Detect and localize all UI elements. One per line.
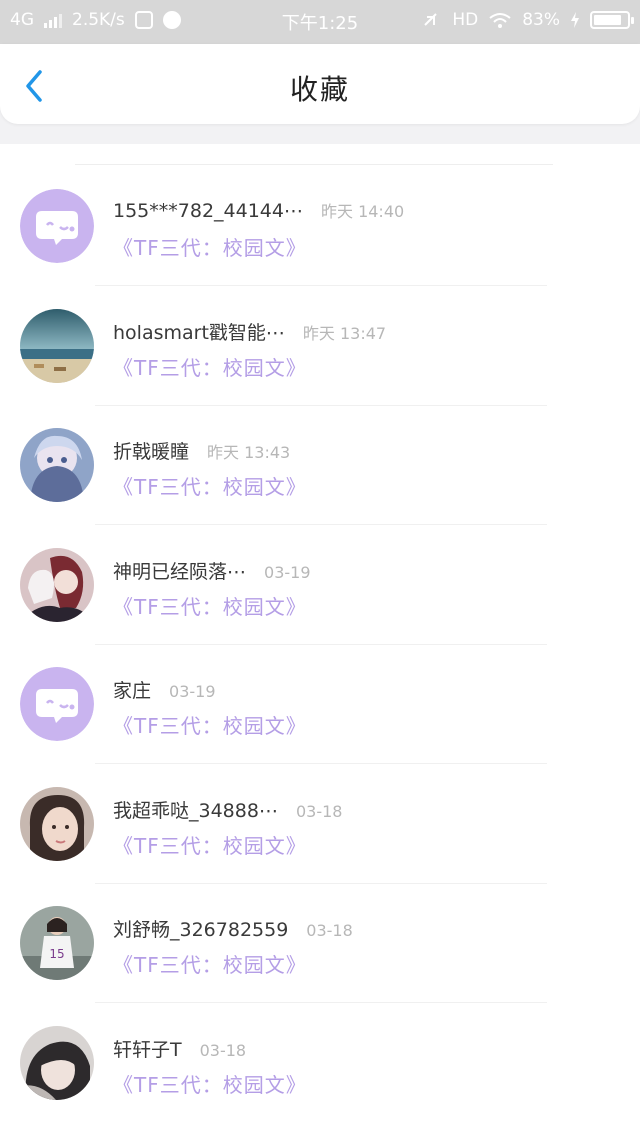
- battery-icon: [590, 11, 634, 29]
- item-name-line: holasmart戳智能⋯ 昨天 13:47: [113, 318, 386, 345]
- list-item[interactable]: holasmart戳智能⋯ 昨天 13:47 《TF三代：校园文》: [0, 286, 640, 406]
- list-item[interactable]: 轩轩子T 03-18 《TF三代：校园文》: [0, 1003, 640, 1123]
- item-name-line: 155***782_44144⋯ 昨天 14:40: [113, 198, 404, 222]
- user-name[interactable]: 折戟暖瞳: [113, 441, 189, 463]
- mute-icon: [424, 13, 438, 26]
- timestamp: 昨天 14:40: [320, 202, 405, 221]
- timestamp: 03-18: [199, 1040, 247, 1060]
- novel-title[interactable]: 《TF三代：校园文》: [113, 830, 307, 859]
- user-name[interactable]: 神明已经陨落⋯: [113, 561, 246, 583]
- avatar[interactable]: [20, 667, 94, 741]
- timestamp: 昨天 13:43: [207, 443, 291, 462]
- novel-title[interactable]: 《TF三代：校园文》: [113, 232, 307, 261]
- wifi-icon: [489, 13, 511, 28]
- top-divider: [75, 164, 553, 165]
- avatar[interactable]: [20, 428, 94, 502]
- avatar[interactable]: [20, 547, 94, 622]
- novel-title[interactable]: 《TF三代：校园文》: [113, 591, 307, 620]
- item-name-line: 刘舒畅_326782559 03-18: [113, 915, 353, 942]
- novel-title[interactable]: 《TF三代：校园文》: [113, 949, 307, 978]
- list-item[interactable]: 15 刘舒畅_326782559 03-18 《TF三代：校园文》: [0, 883, 640, 1003]
- user-name[interactable]: 家庄: [113, 680, 151, 702]
- list-item[interactable]: 155***782_44144⋯ 昨天 14:40 《TF三代：校园文》: [0, 166, 640, 286]
- item-name-line: 家庄 03-19: [113, 676, 216, 703]
- avatar[interactable]: [20, 786, 94, 861]
- list-item[interactable]: 折戟暖瞳 昨天 13:43 《TF三代：校园文》: [0, 405, 640, 525]
- user-name[interactable]: 我超乖哒_34888⋯: [113, 800, 278, 822]
- novel-title[interactable]: 《TF三代：校园文》: [113, 352, 307, 381]
- novel-title[interactable]: 《TF三代：校园文》: [113, 1069, 307, 1098]
- item-name-line: 轩轩子T 03-18: [113, 1035, 246, 1062]
- avatar[interactable]: 15: [20, 906, 94, 980]
- list-item[interactable]: 神明已经陨落⋯ 03-19 《TF三代：校园文》: [0, 525, 640, 645]
- avatar[interactable]: [20, 308, 94, 383]
- hd-label: HD: [452, 10, 479, 30]
- status-bar: 4G 2.5K/s 下午1:25 HD 83%: [0, 0, 640, 44]
- user-name[interactable]: holasmart戳智能⋯: [113, 322, 285, 344]
- user-name[interactable]: 刘舒畅_326782559: [113, 919, 288, 941]
- avatar[interactable]: [20, 1025, 94, 1100]
- battery-fill: [594, 15, 621, 25]
- novel-title[interactable]: 《TF三代：校园文》: [113, 471, 307, 500]
- user-name[interactable]: 155***782_44144⋯: [113, 200, 303, 222]
- novel-title[interactable]: 《TF三代：校园文》: [113, 710, 307, 739]
- item-name-line: 神明已经陨落⋯ 03-19: [113, 557, 311, 584]
- item-name-line: 折戟暖瞳 昨天 13:43: [113, 437, 290, 464]
- list-item[interactable]: 家庄 03-19 《TF三代：校园文》: [0, 644, 640, 764]
- header: 收藏: [0, 44, 640, 144]
- timestamp: 昨天 13:47: [302, 323, 387, 343]
- svg-text:15: 15: [49, 947, 64, 961]
- list-item[interactable]: 我超乖哒_34888⋯ 03-18 《TF三代：校园文》: [0, 764, 640, 884]
- timestamp: 03-18: [306, 921, 353, 940]
- charging-icon: [571, 12, 579, 28]
- header-card: 收藏: [0, 44, 640, 124]
- timestamp: 03-19: [264, 562, 311, 582]
- avatar[interactable]: [20, 189, 94, 263]
- battery-percent: 83%: [522, 10, 560, 30]
- user-name[interactable]: 轩轩子T: [113, 1039, 182, 1061]
- page-title: 收藏: [289, 73, 350, 106]
- item-name-line: 我超乖哒_34888⋯ 03-18: [113, 796, 342, 823]
- timestamp: 03-19: [169, 682, 216, 701]
- timestamp: 03-18: [295, 801, 343, 821]
